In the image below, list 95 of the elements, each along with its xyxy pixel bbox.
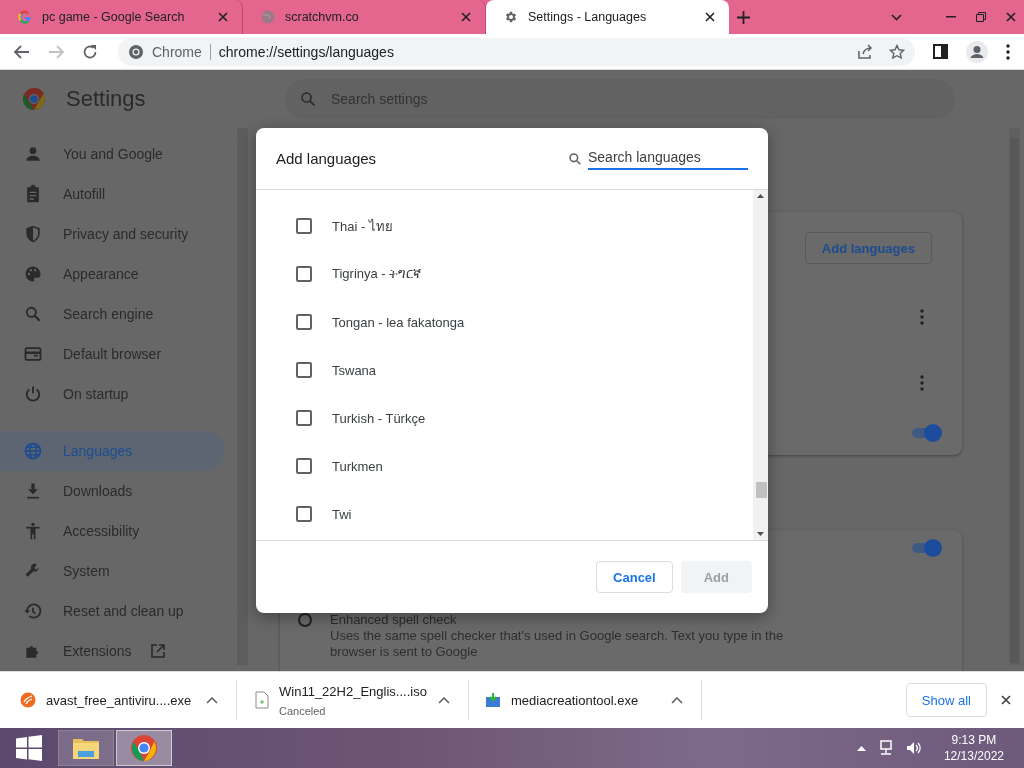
- browser-window-icon: [23, 344, 43, 364]
- language-label: Turkmen: [332, 458, 383, 474]
- language-label: Turkish - Türkçe: [332, 410, 426, 426]
- checkbox[interactable]: [296, 218, 312, 234]
- sidebar-item[interactable]: Appearance: [0, 254, 225, 294]
- sidebar-item[interactable]: Autofill: [0, 174, 225, 214]
- external-link-icon: [151, 644, 166, 658]
- window-close-icon[interactable]: [1006, 12, 1016, 22]
- sidebar-item[interactable]: Languages: [0, 431, 225, 471]
- checkbox[interactable]: [296, 506, 312, 522]
- chevron-up-icon[interactable]: [671, 696, 683, 704]
- file-icon: [255, 691, 269, 709]
- globe-icon: [23, 441, 43, 461]
- checkbox[interactable]: [296, 410, 312, 426]
- sidebar-item[interactable]: You and Google: [0, 134, 225, 174]
- g-logo-icon: [18, 10, 32, 24]
- scrollbar[interactable]: [753, 190, 768, 540]
- shield-icon: [23, 224, 43, 244]
- accessibility-icon: [23, 521, 43, 541]
- language-label: Tswana: [332, 362, 377, 378]
- tab-close-icon[interactable]: [705, 12, 715, 22]
- cancel-button[interactable]: Cancel: [596, 561, 673, 593]
- history-icon: [23, 601, 43, 621]
- scrollbar-thumb[interactable]: [756, 482, 767, 498]
- sidebar-item[interactable]: On startup: [0, 374, 225, 414]
- chrome-icon: [128, 43, 144, 60]
- dialog-title: Add languages: [276, 150, 378, 167]
- star-icon[interactable]: [889, 43, 905, 60]
- download-status: Canceled: [279, 704, 327, 717]
- more-actions-icon[interactable]: [920, 375, 924, 391]
- add-languages-button[interactable]: Add languages: [804, 232, 932, 264]
- site-label: Chrome: [152, 43, 202, 60]
- url-text: chrome://settings/languages: [218, 43, 395, 60]
- side-panel-icon[interactable]: [933, 44, 948, 59]
- more-menu-icon[interactable]: [1006, 43, 1010, 60]
- person-icon: [23, 144, 43, 164]
- chevron-up-icon[interactable]: [856, 745, 866, 751]
- address-bar[interactable]: Chrome chrome://settings/languages: [118, 37, 915, 66]
- page-title: Settings: [66, 86, 147, 112]
- sidebar-item[interactable]: Default browser: [0, 334, 225, 374]
- download-filename[interactable]: mediacreationtool.exe: [511, 692, 639, 708]
- profile-icon[interactable]: [966, 40, 988, 63]
- chrome-logo-icon: [22, 87, 46, 111]
- taskbar-app-button[interactable]: [58, 730, 114, 766]
- sidebar-item[interactable]: Downloads: [0, 471, 225, 511]
- app-logo-icon: [20, 692, 36, 708]
- search-icon: [568, 151, 582, 166]
- clock-date[interactable]: 12/13/2022: [943, 748, 1004, 764]
- sidebar-item[interactable]: Extensions: [0, 631, 225, 671]
- new-tab-icon[interactable]: [737, 10, 750, 24]
- chevron-down-icon[interactable]: [891, 13, 902, 21]
- search-icon: [23, 304, 43, 324]
- more-actions-icon[interactable]: [920, 309, 924, 325]
- network-icon[interactable]: [877, 740, 894, 756]
- language-label: Thai - ไทย: [332, 217, 393, 236]
- chrome-icon: [130, 734, 158, 762]
- scroll-down-arrow-icon[interactable]: [757, 532, 764, 536]
- sidebar-item[interactable]: Accessibility: [0, 511, 225, 551]
- language-label: Tongan - lea fakatonga: [332, 314, 465, 330]
- checkbox[interactable]: [296, 266, 312, 282]
- language-label: Twi: [332, 506, 352, 522]
- reload-icon[interactable]: [82, 43, 98, 60]
- sidebar-item[interactable]: Privacy and security: [0, 214, 225, 254]
- checkbox[interactable]: [296, 314, 312, 330]
- power-icon: [23, 384, 43, 404]
- close-icon[interactable]: [1001, 695, 1011, 705]
- taskbar-app-button[interactable]: [116, 730, 172, 766]
- install-box-icon: [485, 692, 501, 708]
- download-filename[interactable]: avast_free_antiviru....exe: [46, 692, 192, 708]
- search-icon: [299, 90, 317, 108]
- sidebar-item[interactable]: Reset and clean up: [0, 591, 225, 631]
- browser-tab[interactable]: Settings - Languages: [486, 0, 729, 34]
- language-label: Tigrinya - ትግርኛ: [332, 266, 422, 282]
- chevron-up-icon[interactable]: [206, 696, 218, 704]
- scroll-up-arrow-icon[interactable]: [757, 194, 764, 198]
- sidebar-item[interactable]: System: [0, 551, 225, 591]
- toggle-switch[interactable]: [910, 539, 942, 557]
- palette-icon: [23, 264, 43, 284]
- folder-icon: [72, 736, 100, 760]
- chevron-up-icon[interactable]: [438, 696, 450, 704]
- speaker-icon[interactable]: [905, 740, 922, 756]
- sidebar-item[interactable]: Search engine: [0, 294, 225, 334]
- download-filename[interactable]: Win11_22H2_Englis....iso: [279, 683, 427, 699]
- back-arrow-icon[interactable]: [14, 44, 30, 59]
- share-icon[interactable]: [857, 43, 873, 60]
- windows-start-icon[interactable]: [16, 735, 42, 761]
- restore-icon[interactable]: [976, 12, 986, 22]
- globe-icon: [261, 10, 275, 24]
- option-label: Enhanced spell check: [330, 612, 458, 628]
- gear-icon: [504, 10, 518, 24]
- checkbox[interactable]: [296, 362, 312, 378]
- clock-time[interactable]: 9:13 PM: [943, 732, 1004, 748]
- checkbox[interactable]: [296, 458, 312, 474]
- toggle-switch[interactable]: [910, 424, 942, 442]
- show-all-button[interactable]: Show all: [905, 683, 987, 717]
